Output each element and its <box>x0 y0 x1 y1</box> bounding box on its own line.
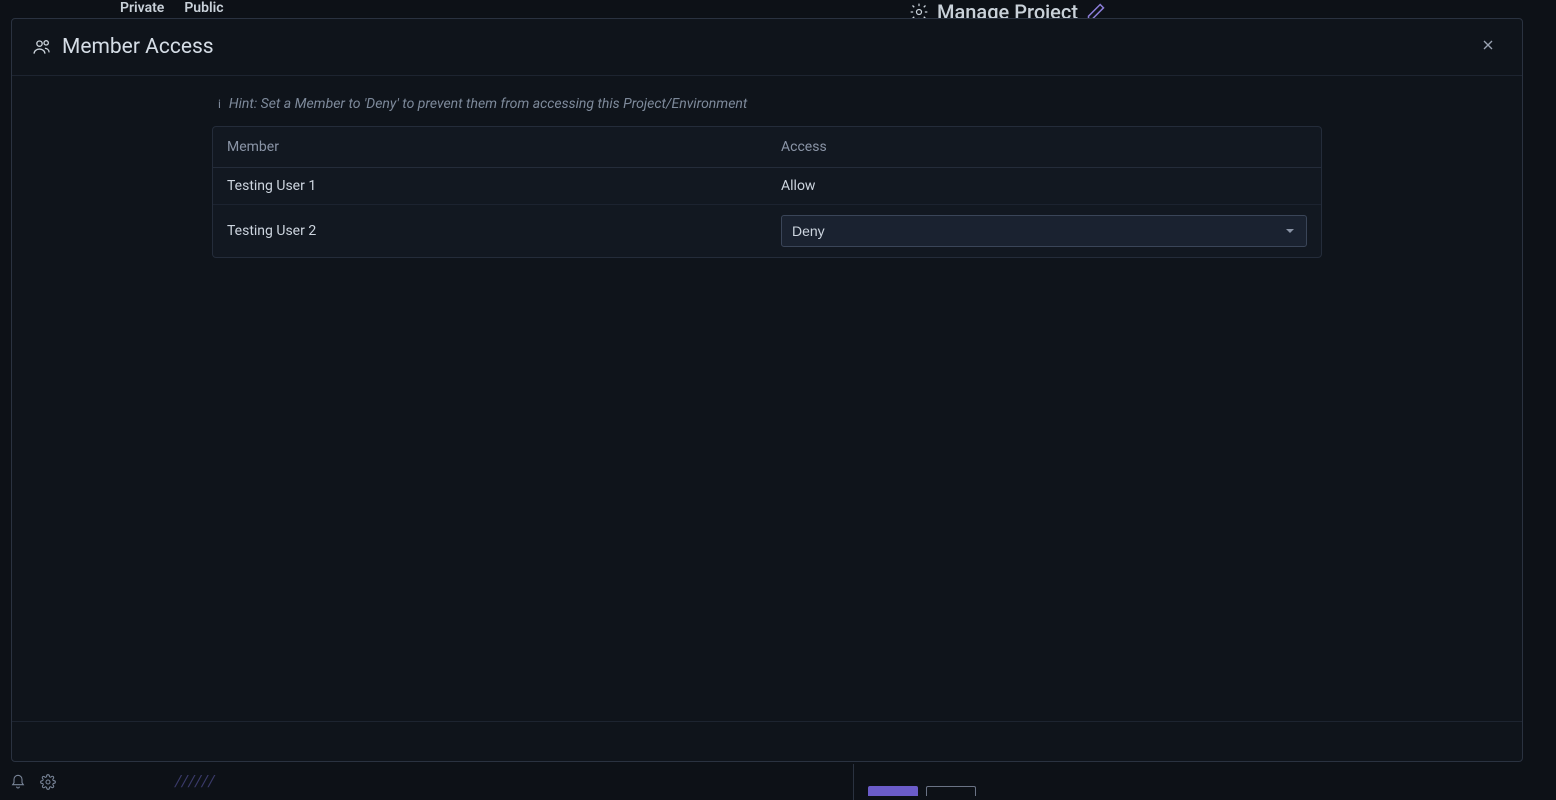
background-bottom-bar: ////// <box>0 764 1556 800</box>
decorative-stripes: ////// <box>175 771 217 790</box>
background-button-primary[interactable] <box>868 786 918 796</box>
background-button-secondary[interactable] <box>926 786 976 796</box>
tab-private[interactable]: Private <box>120 0 164 16</box>
table-row: Testing User 2 Allow Deny <box>213 205 1321 258</box>
modal-footer <box>12 721 1522 761</box>
close-button[interactable] <box>1472 33 1504 61</box>
member-access-table-card: Member Access Testing User 1 Allow Testi… <box>212 126 1322 258</box>
hint-text: Hint: Set a Member to 'Deny' to prevent … <box>229 96 747 112</box>
settings-icon[interactable] <box>40 774 56 790</box>
member-access-modal: Member Access i Hint: Set a Member to 'D… <box>11 18 1523 762</box>
column-header-member: Member <box>213 127 767 168</box>
info-icon: i <box>218 97 221 111</box>
tab-public[interactable]: Public <box>184 0 223 16</box>
hint-row: i Hint: Set a Member to 'Deny' to preven… <box>212 96 1322 112</box>
table-row: Testing User 1 Allow <box>213 168 1321 205</box>
column-header-access: Access <box>767 127 1321 168</box>
background-button-group <box>868 786 976 796</box>
modal-title: Member Access <box>62 35 214 59</box>
users-icon <box>32 37 52 57</box>
modal-body: i Hint: Set a Member to 'Deny' to preven… <box>12 76 1522 721</box>
access-select[interactable]: Allow Deny <box>781 215 1307 247</box>
close-icon <box>1480 37 1496 53</box>
modal-header: Member Access <box>12 19 1522 76</box>
member-access-table: Member Access Testing User 1 Allow Testi… <box>213 127 1321 257</box>
member-name-cell: Testing User 2 <box>213 205 767 258</box>
access-value-static: Allow <box>781 178 815 194</box>
member-name-cell: Testing User 1 <box>213 168 767 205</box>
background-top-bar: Private Public Manage Project <box>0 0 1556 18</box>
vertical-divider <box>853 764 854 800</box>
bell-icon[interactable] <box>10 774 26 790</box>
